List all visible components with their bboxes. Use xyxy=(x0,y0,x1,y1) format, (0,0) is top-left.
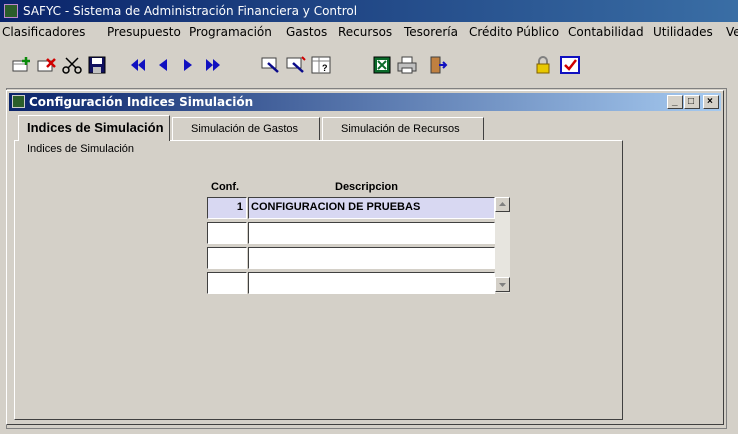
maximize-button[interactable]: □ xyxy=(684,95,700,109)
cut-icon xyxy=(62,57,82,74)
execute-query-icon xyxy=(286,56,306,73)
query-button[interactable] xyxy=(259,54,283,76)
excel-export-button[interactable] xyxy=(370,54,394,76)
execute-query-button[interactable] xyxy=(284,54,308,76)
next-record-button[interactable] xyxy=(176,54,200,76)
delete-record-icon xyxy=(37,58,56,72)
cell-conf[interactable] xyxy=(207,247,247,269)
last-record-button[interactable] xyxy=(201,54,225,76)
print-icon xyxy=(397,56,417,74)
scroll-up-button[interactable] xyxy=(495,197,510,212)
tab-label: Simulación de Gastos xyxy=(191,123,298,135)
menu-contabilidad[interactable]: Contabilidad xyxy=(568,25,644,39)
menu-gastos[interactable]: Gastos xyxy=(286,25,327,39)
tab-simulacion-recursos[interactable]: Simulación de Recursos xyxy=(322,117,484,141)
cell-conf[interactable]: 1 xyxy=(207,197,247,219)
app-titlebar: SAFYC - Sistema de Administración Financ… xyxy=(0,0,738,22)
arrow-down-icon xyxy=(499,283,506,287)
menu-tesoreria[interactable]: Tesorería xyxy=(404,25,458,39)
minimize-button[interactable]: _ xyxy=(667,95,683,109)
menu-clasificadores[interactable]: Clasificadores xyxy=(2,25,85,39)
save-icon xyxy=(88,56,106,74)
panel-caption: Indices de Simulación xyxy=(27,143,135,155)
first-record-button[interactable] xyxy=(126,54,150,76)
cell-descripcion[interactable] xyxy=(248,247,495,269)
menu-presupuesto[interactable]: Presupuesto xyxy=(107,25,181,39)
delete-record-button[interactable] xyxy=(35,54,59,76)
window-app-icon xyxy=(12,95,25,108)
last-record-icon xyxy=(206,59,220,71)
exit-button[interactable] xyxy=(426,54,450,76)
excel-icon xyxy=(373,56,391,74)
cell-conf[interactable] xyxy=(207,272,247,294)
svg-text:?: ? xyxy=(322,63,328,73)
window-title: Configuración Indices Simulación xyxy=(29,95,254,109)
menu-bar: Clasificadores Presupuesto Programación … xyxy=(0,22,738,42)
tab-label: Indices de Simulación xyxy=(27,120,164,135)
lock-icon xyxy=(536,56,550,74)
add-record-button[interactable] xyxy=(10,54,34,76)
tab-indices-simulacion[interactable]: Indices de Simulación xyxy=(18,115,170,141)
arrow-up-icon xyxy=(499,202,506,206)
query-icon xyxy=(261,57,279,73)
column-header-conf: Conf. xyxy=(211,181,240,193)
checkbox-icon xyxy=(560,56,580,74)
column-header-descripcion: Descripcion xyxy=(335,181,398,193)
menu-utilidades[interactable]: Utilidades xyxy=(653,25,713,39)
tab-label: Simulación de Recursos xyxy=(341,123,460,135)
grid-scrollbar[interactable] xyxy=(495,197,510,293)
save-button[interactable] xyxy=(85,54,109,76)
cell-descripcion[interactable] xyxy=(248,272,495,294)
maximize-icon: □ xyxy=(688,96,695,107)
next-record-icon xyxy=(184,59,192,71)
window-titlebar: Configuración Indices Simulación _ □ × xyxy=(9,93,721,111)
minimize-icon: _ xyxy=(672,96,678,107)
close-button[interactable]: × xyxy=(703,95,719,109)
exit-icon xyxy=(430,56,448,74)
count-query-icon: ? xyxy=(311,56,331,74)
app-title: SAFYC - Sistema de Administración Financ… xyxy=(23,4,358,18)
cell-conf[interactable] xyxy=(207,222,247,244)
app-logo-icon xyxy=(4,4,18,18)
menu-ventana[interactable]: Ve xyxy=(726,25,738,39)
tab-simulacion-gastos[interactable]: Simulación de Gastos xyxy=(172,117,320,141)
menu-recursos[interactable]: Recursos xyxy=(338,25,392,39)
count-query-button[interactable]: ? xyxy=(309,54,333,76)
print-button[interactable] xyxy=(395,54,419,76)
cell-descripcion[interactable] xyxy=(248,222,495,244)
scroll-down-button[interactable] xyxy=(495,277,510,292)
close-icon: × xyxy=(707,96,713,107)
cut-button[interactable] xyxy=(60,54,84,76)
menu-credito-publico[interactable]: Crédito Público xyxy=(469,25,559,39)
previous-record-button[interactable] xyxy=(151,54,175,76)
previous-record-icon xyxy=(159,59,167,71)
menu-programacion[interactable]: Programación xyxy=(189,25,272,39)
lock-button[interactable] xyxy=(531,54,555,76)
tab-panel: Indices de Simulación Conf. Descripcion … xyxy=(14,140,623,420)
toolbar: ? xyxy=(0,44,738,84)
checkbox-button[interactable] xyxy=(558,54,582,76)
first-record-icon xyxy=(131,59,145,71)
cell-descripcion[interactable]: CONFIGURACION DE PRUEBAS xyxy=(248,197,495,219)
add-record-icon xyxy=(12,57,30,72)
